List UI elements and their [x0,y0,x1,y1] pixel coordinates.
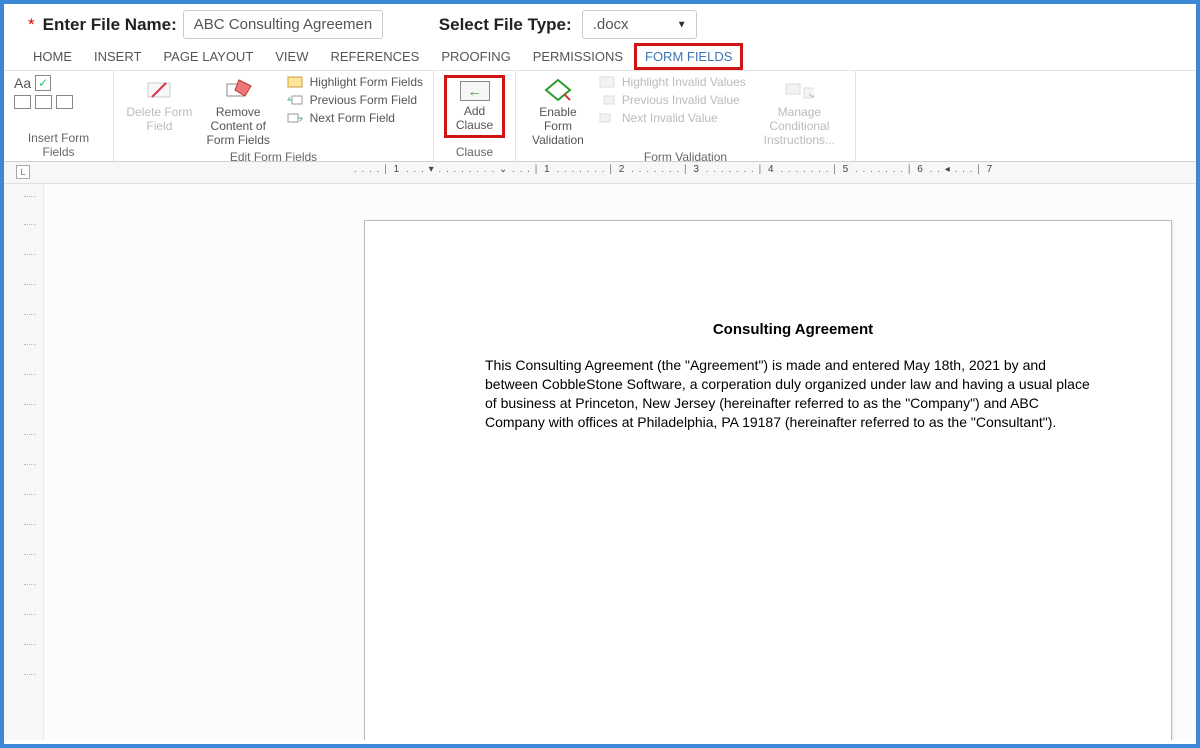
tab-view[interactable]: VIEW [264,43,319,70]
document-paragraph: This Consulting Agreement (the "Agreemen… [485,356,1101,432]
tab-home[interactable]: HOME [22,43,83,70]
manage-conditional-label: Manage Conditional Instructions... [754,106,845,147]
highlight-invalid-label: Highlight Invalid Values [622,75,746,89]
remove-content-button[interactable]: Remove Content of Form Fields [203,75,274,147]
delete-form-field-button[interactable]: Delete Form Field [124,75,195,134]
filename-input[interactable] [183,10,383,39]
tab-selector[interactable]: L [16,165,30,179]
vertical-ruler[interactable] [4,184,44,740]
next-ff-label: Next Form Field [310,111,395,125]
filename-bar: * Enter File Name: Select File Type: ▼ [4,4,1196,43]
next-invalid-button[interactable]: Next Invalid Value [598,111,746,125]
arrow-left-icon [286,93,304,107]
checkbox-ff-icon[interactable]: ✓ [35,75,51,91]
highlight-invalid-button[interactable]: Highlight Invalid Values [598,75,746,89]
group-insert-form-fields: Aa ✓ Insert Form Fields [4,71,114,161]
text-ff-icon[interactable]: Aa [14,75,31,91]
filetype-select[interactable] [582,10,697,39]
field-icon-3[interactable] [56,95,73,109]
tab-references[interactable]: REFERENCES [320,43,431,70]
required-star: * [28,15,35,35]
enable-validation-button[interactable]: Enable Form Validation [526,75,590,147]
ribbon: Aa ✓ Insert Form Fields Delete Form Fiel… [4,71,1196,162]
enable-validation-label: Enable Form Validation [526,106,590,147]
document-page[interactable]: Consulting Agreement This Consulting Agr… [364,220,1172,740]
page-area[interactable]: Consulting Agreement This Consulting Agr… [44,184,1196,740]
next-form-field-button[interactable]: Next Form Field [286,111,423,125]
add-clause-button[interactable]: ← Add Clause [444,75,505,138]
prev-invalid-button[interactable]: Previous Invalid Value [598,93,746,107]
prev-ff-label: Previous Form Field [310,93,417,107]
filename-label: Enter File Name: [43,15,177,35]
group-label-insert: Insert Form Fields [14,128,103,159]
manage-conditional-button[interactable]: Manage Conditional Instructions... [754,75,845,147]
filetype-label: Select File Type: [439,15,572,35]
tab-page-layout[interactable]: PAGE LAYOUT [152,43,264,70]
tab-form-fields[interactable]: FORM FIELDS [634,43,743,70]
field-icon-2[interactable] [35,95,52,109]
group-edit-form-fields: Delete Form Field Remove Content of Form… [114,71,434,161]
add-clause-label: Add Clause [449,104,500,132]
next-invalid-label: Next Invalid Value [622,111,718,125]
document-title: Consulting Agreement [485,321,1101,338]
field-icon-1[interactable] [14,95,31,109]
highlight-invalid-icon [598,75,616,89]
delete-ff-label: Delete Form Field [124,106,195,134]
delete-icon [144,77,174,103]
editor-workspace: Consulting Agreement This Consulting Agr… [4,184,1196,740]
tab-permissions[interactable]: PERMISSIONS [522,43,634,70]
ruler-ticks: . . . . | 1 . . . ▾ . . . . . . . . ⌄ . … [354,164,1196,175]
tab-proofing[interactable]: PROOFING [430,43,521,70]
tab-insert[interactable]: INSERT [83,43,152,70]
highlight-ff-icon [286,75,304,89]
validation-diamond-icon [543,77,573,103]
group-clause: ← Add Clause Clause [434,71,516,161]
prev-invalid-icon [598,93,616,107]
add-clause-icon: ← [460,81,490,101]
eraser-icon [223,77,253,103]
group-label-clause: Clause [456,142,493,159]
highlight-form-fields-button[interactable]: Highlight Form Fields [286,75,423,89]
arrow-right-icon [286,111,304,125]
conditional-icon [784,77,814,103]
prev-invalid-label: Previous Invalid Value [622,93,740,107]
ribbon-tab-row: HOME INSERT PAGE LAYOUT VIEW REFERENCES … [4,43,1196,71]
horizontal-ruler[interactable]: L . . . . | 1 . . . ▾ . . . . . . . . ⌄ … [4,162,1196,184]
remove-content-label: Remove Content of Form Fields [203,106,274,147]
previous-form-field-button[interactable]: Previous Form Field [286,93,423,107]
next-invalid-icon [598,111,616,125]
highlight-ff-label: Highlight Form Fields [310,75,423,89]
group-form-validation: Enable Form Validation Highlight Invalid… [516,71,856,161]
